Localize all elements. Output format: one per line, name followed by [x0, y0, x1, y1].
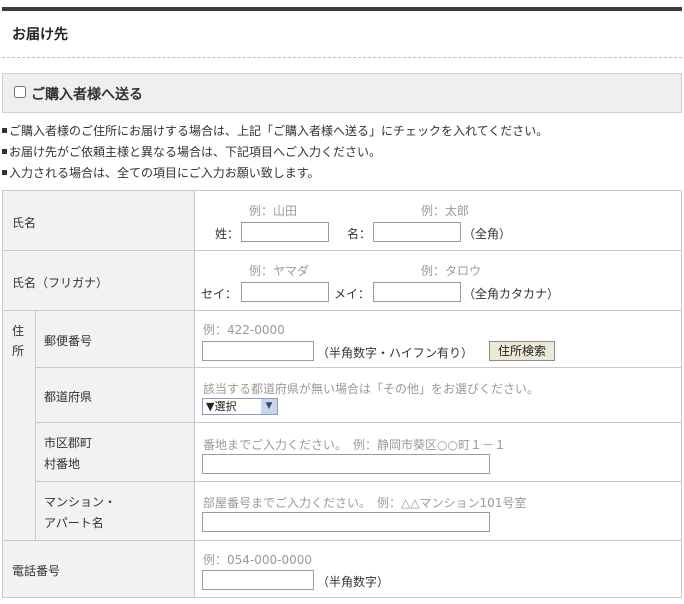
row-divider [35, 367, 681, 368]
column-divider [194, 191, 195, 597]
postal-note: （半角数字・ハイフン有り） [317, 346, 474, 360]
prefecture-select[interactable]: ▼選択 ▼ [202, 398, 278, 415]
postal-input[interactable] [202, 341, 314, 361]
building-label-cell [36, 482, 194, 540]
bullet-square-icon [2, 128, 7, 133]
city-hint: 番地までご入力ください。 例：静岡市葵区○○町１－１ [203, 438, 506, 452]
name-mei-label: 名： [347, 227, 372, 241]
bullet-square-icon [2, 149, 7, 154]
city-label-cell [36, 423, 194, 481]
building-label-line2: アパート名 [44, 516, 104, 530]
section-divider [2, 57, 682, 58]
phone-example: 例：054-000-0000 [203, 553, 313, 567]
name-note: （全角） [463, 227, 512, 241]
chevron-down-icon[interactable]: ▼ [261, 399, 277, 414]
top-border [2, 7, 682, 11]
phone-input[interactable] [202, 570, 314, 590]
same-as-buyer-box: ご購入者様へ送る [2, 73, 682, 113]
kana-sei-input[interactable] [241, 282, 329, 302]
kana-label: 氏名（フリガナ） [12, 276, 109, 290]
name-sei-label: 姓： [215, 227, 240, 241]
phone-note: （半角数字） [317, 575, 390, 589]
building-label-line1: マンション・ [44, 495, 117, 509]
same-as-buyer-label[interactable]: ご購入者様へ送る [31, 84, 143, 104]
address-search-button[interactable]: 住所検索 [489, 341, 556, 361]
building-hint: 部屋番号までご入力ください。 例：△△マンション101号室 [203, 496, 527, 510]
city-label-line2: 村番地 [44, 457, 81, 471]
note-3: 入力される場合は、全ての項目にご入力お願い致します。 [2, 164, 320, 181]
name-mei-input[interactable] [373, 222, 461, 242]
row-divider [3, 310, 681, 311]
same-as-buyer-checkbox[interactable] [14, 86, 26, 98]
name-label: 氏名 [12, 216, 37, 230]
prefecture-label: 都道府県 [44, 390, 93, 404]
prefecture-hint: 該当する都道府県が無い場合は「その他」をお選びください。 [203, 382, 540, 396]
row-divider [3, 540, 681, 541]
bullet-square-icon [2, 170, 7, 175]
row-divider [35, 422, 681, 423]
note-1: ご購入者様のご住所にお届けする場合は、上記「ご購入者様へ送る」にチェックを入れて… [2, 122, 548, 139]
kana-mei-label: メイ： [334, 287, 371, 301]
row-divider [35, 481, 681, 482]
phone-label: 電話番号 [12, 564, 61, 578]
address-label: 住所 [12, 324, 25, 358]
address-sub-divider [35, 311, 36, 541]
row-divider [3, 250, 681, 251]
prefecture-selected: ▼選択 [206, 400, 237, 413]
kana-sei-label: セイ： [201, 287, 238, 301]
kana-note: （全角カタカナ） [463, 287, 560, 301]
city-label-line1: 市区郡町 [44, 436, 93, 450]
city-input[interactable] [202, 454, 490, 474]
postal-label: 郵便番号 [44, 334, 93, 348]
delivery-form-table: 氏名 例：山田 例：太郎 姓： 名： （全角） 氏名（フリガナ） 例：ヤマダ 例… [2, 190, 682, 598]
kana-mei-input[interactable] [373, 282, 461, 302]
name-sei-input[interactable] [241, 222, 329, 242]
kana-sei-example: 例：ヤマダ [249, 264, 310, 278]
postal-example: 例：422-0000 [203, 323, 285, 337]
section-title: お届け先 [12, 27, 68, 43]
kana-mei-example: 例：タロウ [421, 264, 482, 278]
building-input[interactable] [202, 512, 490, 532]
note-2: お届け先がご依頼主様と異なる場合は、下記項目へご入力ください。 [2, 143, 381, 160]
name-sei-example: 例：山田 [249, 204, 298, 218]
name-mei-example: 例：太郎 [421, 204, 470, 218]
